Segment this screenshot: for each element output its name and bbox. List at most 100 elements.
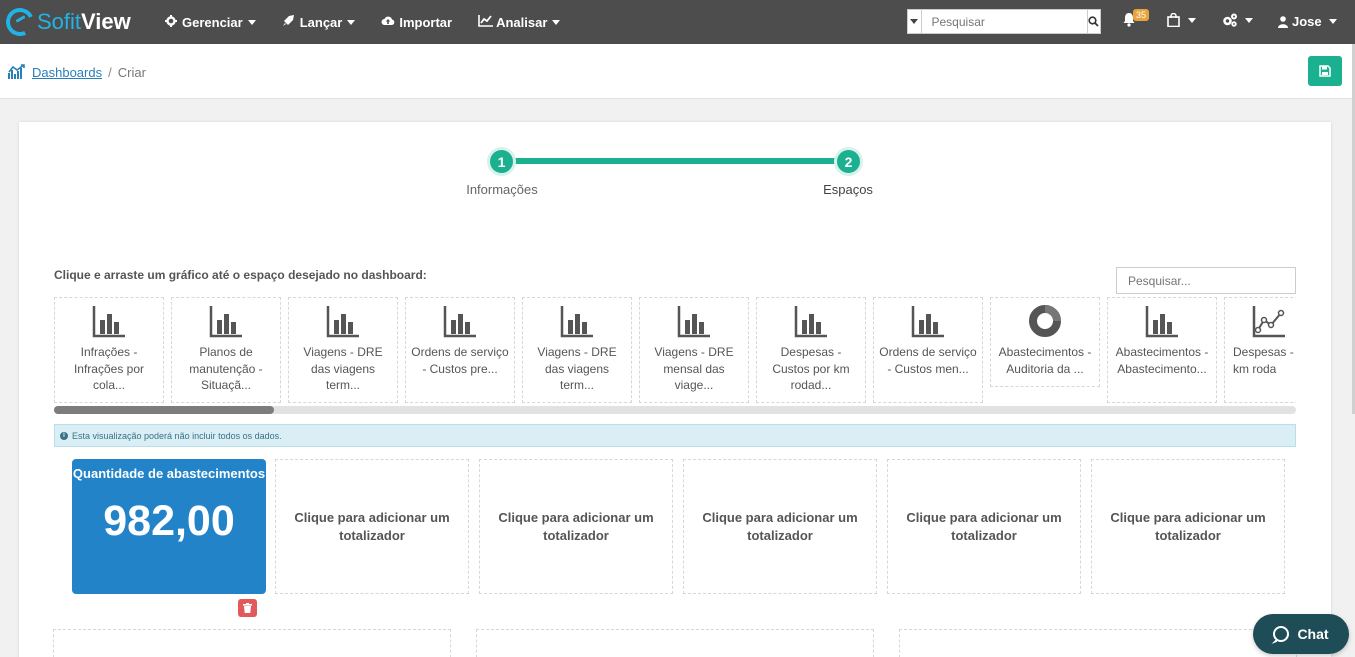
chart-item[interactable]: Despesas - Custos por km rodad...: [756, 297, 866, 403]
chart-item-label: Despesas - Custos por km rodad...: [772, 345, 850, 392]
dashboard-chart-icon: [8, 64, 25, 79]
main-menu: Gerenciar Lançar Importar Analisar: [164, 14, 586, 30]
chart-item-label: Abastecimentos - Abastecimento...: [1115, 345, 1209, 376]
chart-item[interactable]: Abastecimentos - Auditoria da ...: [990, 297, 1100, 387]
info-alert-text: Esta visualização poderá não incluir tod…: [72, 430, 282, 441]
chart-item-label: Planos de manutenção - Situaçã...: [189, 345, 263, 392]
delete-totalizer-button[interactable]: [238, 599, 257, 617]
chat-bubble-icon: [1273, 626, 1290, 642]
chevron-down-icon: [552, 19, 561, 25]
chart-item-label: Ordens de serviço - Custos pre...: [411, 345, 509, 376]
chart-drop-slot[interactable]: [476, 629, 874, 657]
search-input[interactable]: [921, 10, 1087, 33]
bar-chart-icon: [794, 306, 827, 338]
step-2-dot[interactable]: 2: [834, 147, 863, 176]
chevron-down-icon: [247, 19, 256, 25]
add-totalizer-slot[interactable]: Clique para adicionar um totalizador: [1091, 459, 1285, 594]
search-button[interactable]: [1086, 10, 1101, 33]
gear-icon: [164, 14, 177, 30]
totalizer-title: Quantidade de abastecimentos: [72, 466, 266, 481]
chart-item[interactable]: Infrações - Infrações por cola...: [54, 297, 164, 403]
add-totalizer-slot[interactable]: Clique para adicionar um totalizador: [479, 459, 673, 594]
step-2-label: Espaços: [823, 182, 873, 197]
chat-button[interactable]: Chat: [1253, 614, 1349, 654]
logo-text-sofit: Sofit: [37, 9, 82, 34]
global-search: [907, 9, 1101, 34]
add-totalizer-slot[interactable]: Clique para adicionar um totalizador: [275, 459, 469, 594]
chart-drop-slot[interactable]: [899, 629, 1297, 657]
breadcrumb-current: Criar: [117, 64, 146, 80]
totalizer-card[interactable]: Quantidade de abastecimentos 982,00: [72, 459, 266, 594]
chart-item[interactable]: Viagens - DRE das viagens term...: [522, 297, 632, 403]
settings-menu[interactable]: [1222, 13, 1253, 27]
bar-chart-icon: [443, 306, 476, 338]
chart-gallery: Infrações - Infrações por cola... Planos…: [54, 297, 1296, 403]
bar-chart-icon: [92, 306, 125, 338]
chart-item[interactable]: Planos de manutenção - Situaçã...: [171, 297, 281, 403]
user-menu[interactable]: Jose: [1278, 14, 1337, 29]
user-name: Jose: [1292, 14, 1322, 29]
bar-chart-icon: [209, 306, 242, 338]
step-1-label: Informações: [466, 182, 538, 197]
gallery-scrollbar-thumb[interactable]: [54, 406, 274, 414]
line-chart-icon: [1252, 306, 1285, 338]
user-icon: [1278, 15, 1288, 28]
chart-search-input[interactable]: [1116, 267, 1296, 294]
chart-item[interactable]: Despesas - C por km roda: [1224, 297, 1296, 403]
breadcrumb-bar: Dashboards / Criar: [0, 44, 1355, 99]
menu-gerenciar-label: Gerenciar: [182, 14, 243, 30]
breadcrumb-dashboards-link[interactable]: Dashboards: [32, 65, 102, 80]
chart-item[interactable]: Ordens de serviço - Custos pre...: [405, 297, 515, 403]
line-chart-icon: [478, 14, 494, 30]
chart-item-label: Despesas - C por km roda: [1233, 345, 1296, 376]
bar-chart-icon: [677, 306, 710, 338]
menu-lancar[interactable]: Lançar: [282, 14, 356, 30]
top-navbar: Sofit View Gerenciar Lançar Importar Ana…: [0, 0, 1355, 44]
floppy-disk-icon: [1319, 65, 1331, 77]
breadcrumb-separator: /: [108, 64, 112, 80]
info-icon: i: [60, 431, 68, 440]
rocket-icon: [282, 14, 295, 30]
chart-item-label: Viagens - DRE das viagens term...: [537, 345, 617, 392]
info-alert: i Esta visualização poderá não incluir t…: [54, 424, 1296, 447]
search-icon: [1088, 16, 1099, 27]
menu-lancar-label: Lançar: [299, 14, 343, 30]
menu-importar[interactable]: Importar: [381, 15, 452, 30]
shopping-bag-icon: [1167, 13, 1180, 27]
logo-text-view: View: [81, 9, 131, 34]
speedometer-icon: [2, 4, 38, 40]
chart-item-label: Ordens de serviço - Custos men...: [879, 345, 977, 376]
sofitview-logo[interactable]: Sofit View: [2, 4, 156, 40]
chevron-down-icon: [1328, 19, 1337, 24]
chart-item[interactable]: Viagens - DRE das viagens term...: [288, 297, 398, 403]
chart-drop-slot[interactable]: [53, 629, 451, 657]
menu-analisar[interactable]: Analisar: [478, 14, 561, 30]
chevron-down-icon: [347, 19, 356, 25]
menu-gerenciar[interactable]: Gerenciar: [164, 14, 256, 30]
save-button[interactable]: [1308, 56, 1342, 86]
chart-item[interactable]: Ordens de serviço - Custos men...: [873, 297, 983, 403]
bar-chart-icon: [1145, 306, 1178, 338]
bar-chart-icon: [326, 306, 359, 338]
chat-label: Chat: [1297, 626, 1329, 642]
chart-item-label: Abastecimentos - Auditoria da ...: [998, 345, 1092, 376]
trash-icon: [243, 603, 252, 613]
apps-menu[interactable]: [1167, 13, 1196, 27]
chart-item-label: Viagens - DRE das viagens term...: [303, 345, 383, 392]
chart-item-label: Viagens - DRE mensal das viage...: [654, 345, 734, 392]
notifications-badge: 35: [1133, 9, 1150, 21]
chevron-down-icon: [1188, 17, 1196, 23]
cloud-upload-icon: [381, 15, 395, 29]
donut-chart-icon: [1029, 305, 1061, 337]
bar-chart-icon: [911, 306, 944, 338]
chart-item[interactable]: Viagens - DRE mensal das viage...: [639, 297, 749, 403]
add-totalizer-slot[interactable]: Clique para adicionar um totalizador: [887, 459, 1081, 594]
cogs-icon: [1223, 13, 1237, 27]
chart-item[interactable]: Abastecimentos - Abastecimento...: [1107, 297, 1217, 403]
step-1-dot[interactable]: 1: [487, 147, 516, 176]
search-scope-dropdown[interactable]: [908, 10, 922, 33]
add-totalizer-slot[interactable]: Clique para adicionar um totalizador: [683, 459, 877, 594]
bar-chart-icon: [560, 306, 593, 338]
chevron-down-icon: [910, 19, 919, 24]
chart-item-label: Infrações - Infrações por cola...: [73, 345, 145, 392]
